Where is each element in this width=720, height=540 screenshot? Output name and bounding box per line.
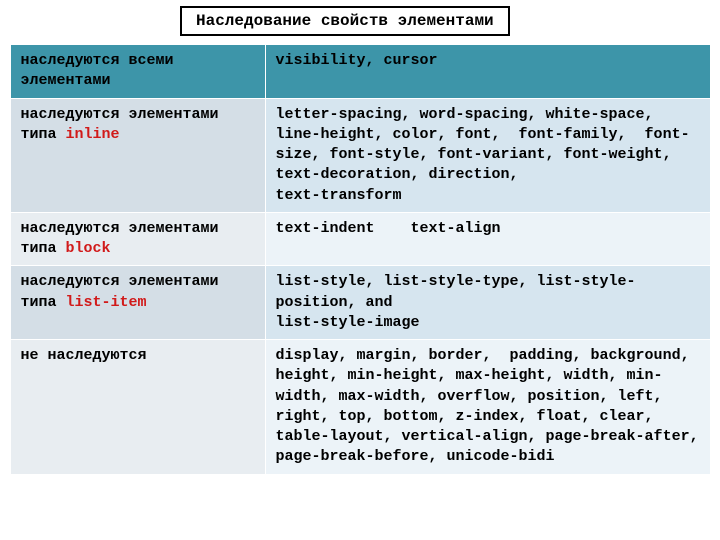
- label-prefix: наследуются элементами типа: [21, 220, 219, 257]
- label-keyword: inline: [66, 126, 120, 143]
- row-value: display, margin, border, padding, backgr…: [265, 340, 710, 475]
- row-label: наследуются элементами типа inline: [10, 98, 265, 212]
- row-label: наследуются элементами типа list-item: [10, 266, 265, 340]
- row-value: visibility, cursor: [265, 45, 710, 99]
- row-label: наследуются элементами типа block: [10, 212, 265, 266]
- row-value: list-style, list-style-type, list-style-…: [265, 266, 710, 340]
- table-row: наследуются элементами типа list-item li…: [10, 266, 710, 340]
- label-prefix: наследуются всеми элементами: [21, 52, 174, 89]
- label-prefix: не наследуются: [21, 347, 147, 364]
- row-label: не наследуются: [10, 340, 265, 475]
- table-row: наследуются элементами типа inline lette…: [10, 98, 710, 212]
- row-value: letter-spacing, word-spacing, white-spac…: [265, 98, 710, 212]
- label-keyword: list-item: [66, 294, 147, 311]
- label-keyword: block: [66, 240, 111, 257]
- inheritance-table: наследуются всеми элементами visibility,…: [10, 44, 711, 475]
- table-row: наследуются элементами типа block text-i…: [10, 212, 710, 266]
- table-row: наследуются всеми элементами visibility,…: [10, 45, 710, 99]
- row-value: text-indent text-align: [265, 212, 710, 266]
- table-row: не наследуются display, margin, border, …: [10, 340, 710, 475]
- page-title: Наследование свойств элементами: [180, 6, 510, 36]
- row-label: наследуются всеми элементами: [10, 45, 265, 99]
